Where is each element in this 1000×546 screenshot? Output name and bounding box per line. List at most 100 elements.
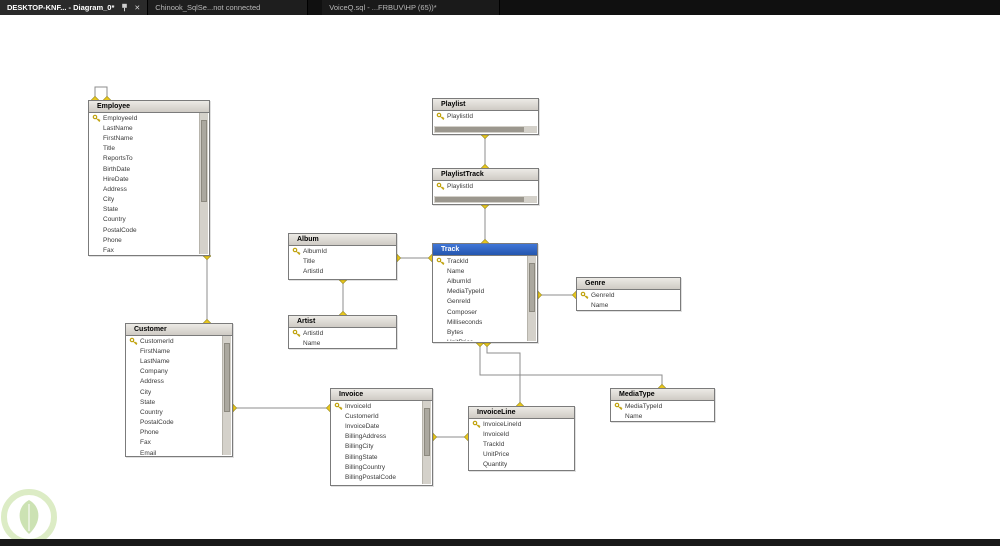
- column-row[interactable]: PostalCode: [90, 225, 199, 235]
- column-row[interactable]: BillingPostalCode: [332, 472, 422, 482]
- column-row[interactable]: Quantity: [470, 460, 573, 469]
- column-row[interactable]: UnitPrice: [470, 450, 573, 460]
- table-title[interactable]: Artist: [289, 316, 396, 328]
- column-row[interactable]: City: [90, 195, 199, 205]
- entity-table-track[interactable]: Track TrackId Name AlbumId MediaTypeId GenreI…: [432, 243, 538, 343]
- table-title[interactable]: Playlist: [433, 99, 538, 111]
- column-row[interactable]: Phone: [127, 428, 222, 438]
- column-row[interactable]: Address: [90, 184, 199, 194]
- scrollbar-thumb[interactable]: [424, 408, 430, 457]
- scrollbar-thumb[interactable]: [529, 263, 535, 313]
- column-row[interactable]: Country: [90, 215, 199, 225]
- entity-table-invoice[interactable]: Invoice InvoiceId CustomerId InvoiceDate Bil…: [330, 388, 433, 486]
- entity-table-customer[interactable]: Customer CustomerId FirstName LastName Compa…: [125, 323, 233, 457]
- tab-diagram[interactable]: DESKTOP-KNF... - Diagram_0* ✕: [0, 0, 149, 15]
- pin-icon[interactable]: [121, 3, 128, 12]
- column-row[interactable]: BillingAddress: [332, 432, 422, 442]
- column-row[interactable]: LastName: [127, 356, 222, 366]
- table-title[interactable]: Genre: [577, 278, 680, 290]
- column-row[interactable]: BillingState: [332, 452, 422, 462]
- column-row[interactable]: Phone: [90, 235, 199, 245]
- column-row[interactable]: BillingCity: [332, 442, 422, 452]
- column-row[interactable]: AlbumId: [434, 276, 527, 286]
- column-row[interactable]: TrackId: [470, 439, 573, 449]
- column-row[interactable]: Title: [90, 144, 199, 154]
- column-row[interactable]: City: [127, 387, 222, 397]
- vertical-scrollbar[interactable]: [222, 336, 231, 455]
- column-row[interactable]: MediaTypeId: [612, 401, 713, 411]
- column-row[interactable]: FirstName: [90, 133, 199, 143]
- column-row[interactable]: ArtistId: [290, 266, 395, 276]
- table-title[interactable]: PlaylistTrack: [433, 169, 538, 181]
- column-row[interactable]: CustomerId: [332, 411, 422, 421]
- column-row[interactable]: ArtistId: [290, 328, 395, 338]
- column-row[interactable]: FirstName: [127, 346, 222, 356]
- entity-table-playlist[interactable]: Playlist PlaylistId: [432, 98, 539, 135]
- column-row[interactable]: Name: [290, 338, 395, 347]
- column-row[interactable]: Title: [290, 256, 395, 266]
- column-row[interactable]: Country: [127, 407, 222, 417]
- entity-table-mediatype[interactable]: MediaType MediaTypeId Name: [610, 388, 715, 422]
- column-row[interactable]: Composer: [434, 307, 527, 317]
- column-row[interactable]: Name: [434, 266, 527, 276]
- table-title[interactable]: Employee: [89, 101, 209, 113]
- column-row[interactable]: GenreId: [434, 297, 527, 307]
- column-row[interactable]: PlaylistId: [434, 111, 537, 121]
- tab-voiceq-sql[interactable]: VoiceQ.sql - ...FRBUV\HP (65))*: [322, 0, 501, 15]
- scrollbar-thumb[interactable]: [201, 120, 207, 202]
- column-row[interactable]: Name: [578, 300, 679, 309]
- table-title[interactable]: Album: [289, 234, 396, 246]
- table-title[interactable]: InvoiceLine: [469, 407, 574, 419]
- table-title[interactable]: Invoice: [331, 389, 432, 401]
- column-row[interactable]: Address: [127, 377, 222, 387]
- column-row[interactable]: HireDate: [90, 174, 199, 184]
- column-row[interactable]: PlaylistId: [434, 181, 537, 191]
- column-row[interactable]: Milliseconds: [434, 317, 527, 327]
- column-row[interactable]: UnitPrice: [434, 338, 527, 341]
- column-row[interactable]: GenreId: [578, 290, 679, 300]
- entity-table-genre[interactable]: Genre GenreId Name: [576, 277, 681, 311]
- horizontal-scrollbar[interactable]: [434, 126, 537, 133]
- close-icon[interactable]: ✕: [134, 4, 140, 12]
- entity-table-playlisttrack[interactable]: PlaylistTrack PlaylistId: [432, 168, 539, 205]
- scrollbar-thumb[interactable]: [224, 343, 230, 413]
- column-row[interactable]: State: [127, 397, 222, 407]
- entity-table-invoiceline[interactable]: InvoiceLine InvoiceLineId InvoiceId TrackId…: [468, 406, 575, 471]
- column-row[interactable]: InvoiceId: [332, 401, 422, 411]
- column-row[interactable]: CustomerId: [127, 336, 222, 346]
- scrollbar-thumb[interactable]: [435, 127, 524, 132]
- vertical-scrollbar[interactable]: [199, 113, 208, 254]
- column-row[interactable]: InvoiceDate: [332, 421, 422, 431]
- table-title[interactable]: Track: [433, 244, 537, 256]
- vertical-scrollbar[interactable]: [527, 256, 536, 341]
- column-row[interactable]: Fax: [127, 438, 222, 448]
- column-row[interactable]: Name: [612, 411, 713, 420]
- tab-chinook-connection[interactable]: Chinook_SqlSe...not connected: [148, 0, 309, 15]
- scrollbar-thumb[interactable]: [435, 197, 524, 202]
- column-row[interactable]: Fax: [90, 245, 199, 254]
- entity-table-artist[interactable]: Artist ArtistId Name: [288, 315, 397, 349]
- column-row[interactable]: LastName: [90, 123, 199, 133]
- column-row[interactable]: TrackId: [434, 256, 527, 266]
- table-title[interactable]: MediaType: [611, 389, 714, 401]
- column-row[interactable]: Email: [127, 448, 222, 455]
- horizontal-scrollbar[interactable]: [434, 196, 537, 203]
- column-row[interactable]: EmployeeId: [90, 113, 199, 123]
- column-row[interactable]: PostalCode: [127, 418, 222, 428]
- entity-table-employee[interactable]: Employee EmployeeId LastName FirstName Title…: [88, 100, 210, 256]
- column-row[interactable]: ReportsTo: [90, 154, 199, 164]
- column-row[interactable]: Company: [127, 367, 222, 377]
- column-row[interactable]: InvoiceId: [470, 429, 573, 439]
- table-title[interactable]: Customer: [126, 324, 232, 336]
- column-row[interactable]: State: [90, 205, 199, 215]
- column-row[interactable]: BillingCountry: [332, 462, 422, 472]
- relationship-track-mediatype[interactable]: [479, 343, 663, 388]
- entity-table-album[interactable]: Album AlbumId Title ArtistId: [288, 233, 397, 280]
- column-row[interactable]: MediaTypeId: [434, 287, 527, 297]
- column-row[interactable]: BirthDate: [90, 164, 199, 174]
- column-row[interactable]: AlbumId: [290, 246, 395, 256]
- column-row[interactable]: Total: [332, 483, 422, 485]
- column-row[interactable]: InvoiceLineId: [470, 419, 573, 429]
- column-row[interactable]: Bytes: [434, 327, 527, 337]
- vertical-scrollbar[interactable]: [422, 401, 431, 484]
